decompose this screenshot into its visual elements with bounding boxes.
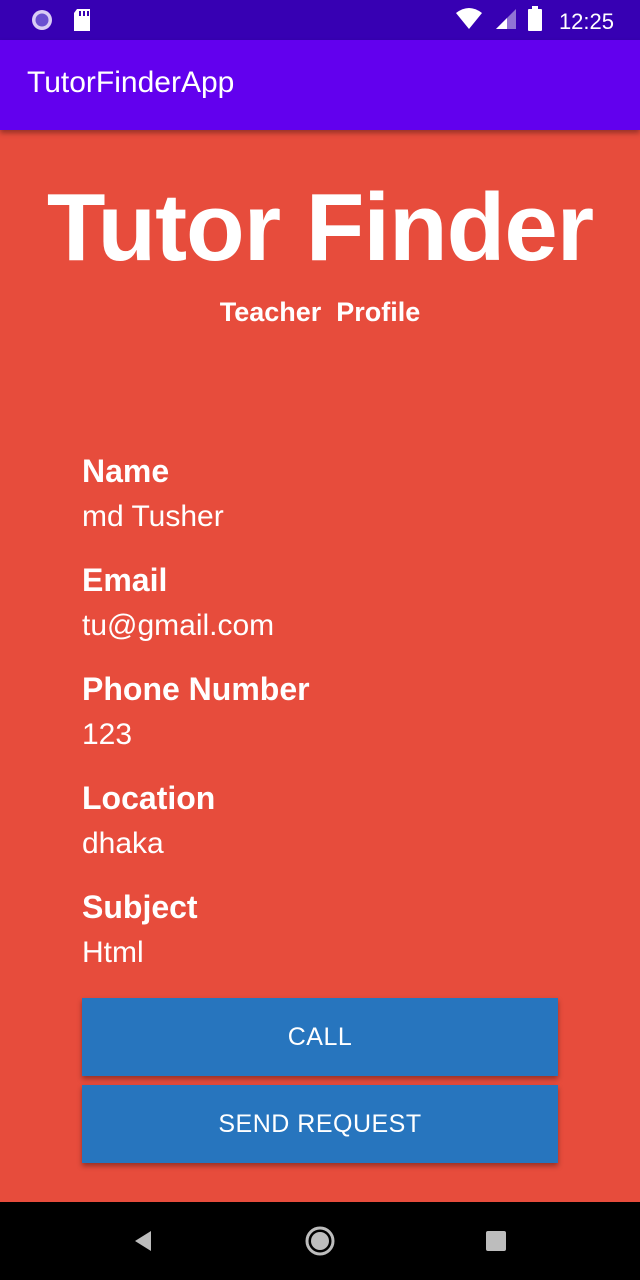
subject-label: Subject (82, 889, 198, 925)
hero-title: Tutor Finder (46, 174, 594, 281)
status-bar: 12:25 (0, 0, 640, 40)
recents-icon[interactable] (480, 1224, 512, 1263)
phone-number-value: 123 (82, 718, 133, 751)
email-label: Email (82, 562, 168, 598)
battery-icon (527, 6, 543, 37)
phone-number-label: Phone Number (82, 671, 310, 707)
status-time: 12:25 (558, 8, 614, 34)
status-right-icons: 12:25 (455, 6, 614, 37)
app-bar: TutorFinderApp (0, 40, 640, 130)
hero-subtitle: Teacher Profile (219, 297, 421, 327)
back-icon[interactable] (130, 1224, 156, 1263)
status-left-icons (30, 8, 92, 37)
subject-value: Html (82, 936, 144, 969)
wifi-icon (455, 7, 483, 36)
location-value: dhaka (82, 827, 164, 860)
call-button[interactable]: CALL (82, 998, 558, 1076)
location-label: Location (82, 780, 216, 816)
app-title: TutorFinderApp (27, 66, 235, 99)
name-label: Name (82, 453, 170, 489)
sd-card-icon (72, 8, 92, 37)
email-value: tu@gmail.com (82, 609, 275, 642)
home-icon[interactable] (303, 1224, 337, 1263)
navigation-bar (0, 1202, 640, 1280)
name-value: md Tusher (82, 500, 224, 533)
send-request-button[interactable]: SEND REQUEST (82, 1085, 558, 1163)
signal-icon (493, 7, 517, 36)
teacher-profile-screen: Tutor Finder Teacher Profile Name md Tus… (0, 130, 640, 1202)
app-notification-icon (30, 8, 54, 37)
